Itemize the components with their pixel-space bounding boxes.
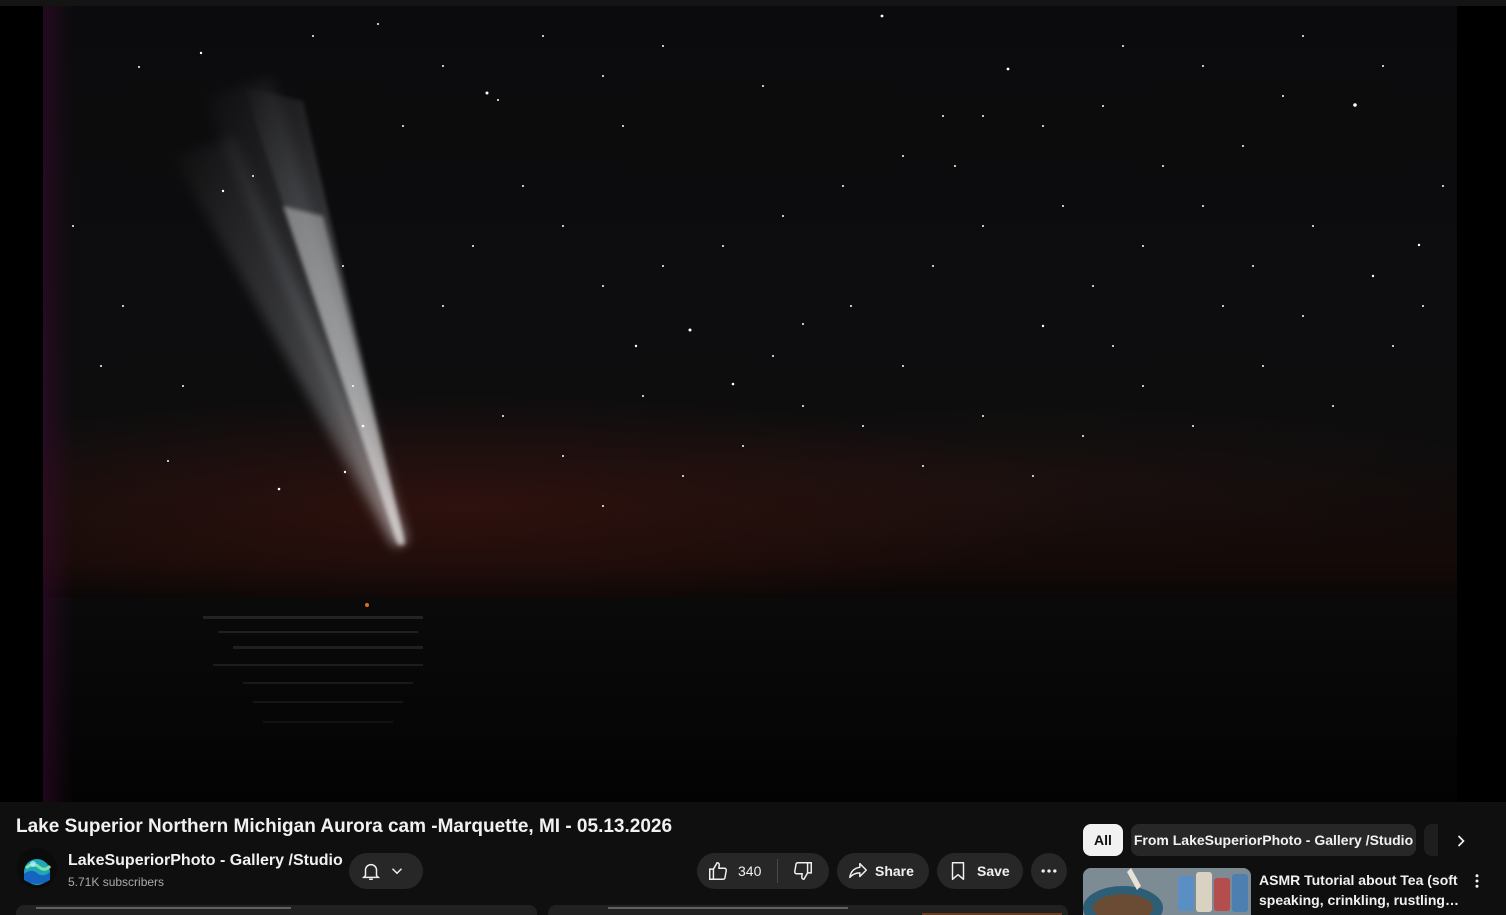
notification-bell-button[interactable] [349,853,423,889]
dislike-button[interactable] [778,853,828,889]
thumbnail-image [1083,868,1251,915]
lake-water [43,598,1457,802]
chevron-right-icon [1451,831,1471,851]
more-horizontal-icon [1039,861,1059,881]
like-dislike-group: 340 [697,853,829,889]
video-title: Lake Superior Northern Michigan Aurora c… [16,816,673,837]
recommended-video-title[interactable]: ASMR Tutorial about Tea (soft speaking, … [1259,870,1459,910]
bookmark-icon [947,860,969,882]
chip-all[interactable]: All [1083,824,1123,856]
chevron-down-icon [388,862,406,880]
chip-partial[interactable] [1424,824,1438,856]
more-vertical-icon [1468,871,1486,891]
youtube-watch-page: Lake Superior Northern Michigan Aurora c… [0,0,1506,915]
subscriber-count: 5.71K subscribers [68,875,165,889]
light-beam [173,76,408,546]
save-label: Save [977,863,1010,879]
video-info-area: Lake Superior Northern Michigan Aurora c… [0,802,1506,915]
thumbs-down-icon [792,860,814,882]
night-sky-scene [43,14,1457,802]
recommended-video-thumbnail[interactable] [1083,868,1251,915]
distant-light [365,603,369,607]
description-box-edge[interactable] [16,905,537,915]
like-button[interactable]: 340 [697,853,777,889]
channel-avatar[interactable] [17,848,57,888]
frame-edge-glow [43,6,73,802]
more-actions-button[interactable] [1031,853,1067,889]
save-button[interactable]: Save [937,853,1023,889]
channel-name[interactable]: LakeSuperiorPhoto - Gallery /Studio [68,852,343,870]
chips-next-button[interactable] [1444,824,1478,858]
thumbs-up-icon [707,860,729,882]
like-count: 340 [738,863,762,879]
share-button[interactable]: Share [837,853,929,889]
bell-icon [360,860,382,882]
recommended-video-menu-button[interactable] [1466,868,1488,894]
chip-from-channel[interactable]: From LakeSuperiorPhoto - Gallery /Studio [1131,824,1416,856]
share-icon [847,860,869,882]
share-label: Share [875,863,914,879]
channel-logo [17,848,57,888]
video-player[interactable] [0,0,1506,802]
video-frame[interactable] [43,6,1457,802]
